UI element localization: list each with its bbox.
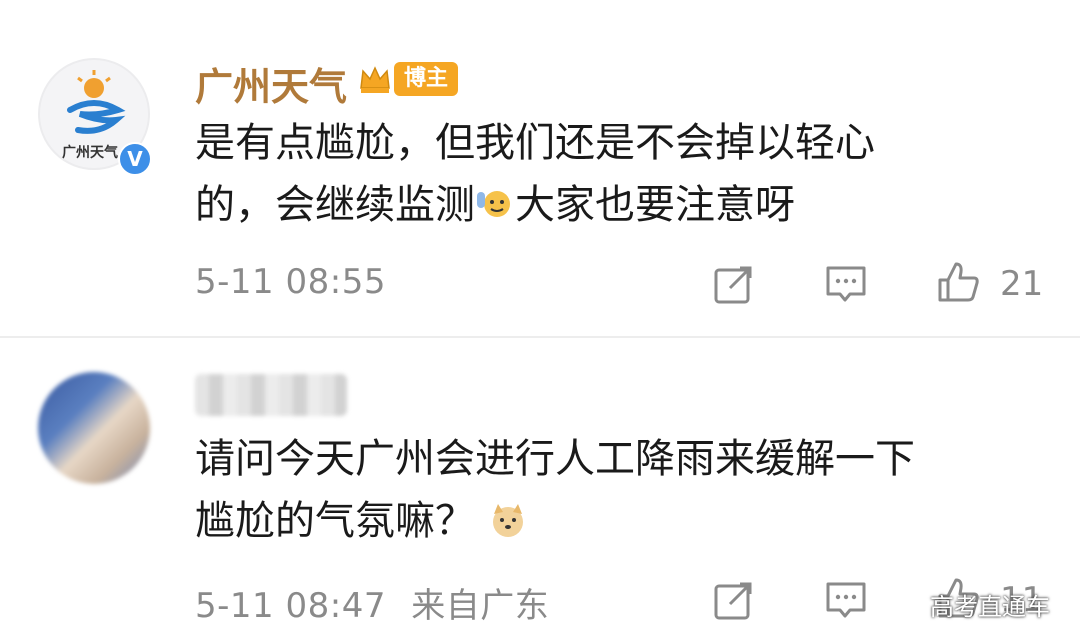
comment-text-part: 尴尬的气氛嘛？: [195, 498, 475, 544]
comment-text: 请问今天广州会进行人工降雨来缓解一下 尴尬的气氛嘛？: [195, 428, 1015, 552]
comment-meta: 5-11 08:47 来自广东: [195, 578, 549, 627]
comment-line-2: 尴尬的气氛嘛？: [195, 490, 1015, 552]
comment-item: 请问今天广州会进行人工降雨来缓解一下 尴尬的气氛嘛？ 5-11 08:47 来自…: [0, 0, 1080, 644]
username-blurred[interactable]: [195, 374, 347, 416]
avatar[interactable]: [38, 372, 150, 484]
comment-icon[interactable]: [824, 578, 868, 622]
share-icon[interactable]: [712, 578, 756, 622]
comment-timestamp: 5-11 08:47: [195, 586, 386, 626]
doge-emoji-icon: [492, 504, 523, 537]
comment-location: 来自广东: [411, 586, 550, 626]
watermark: 高考直通车: [930, 593, 1050, 621]
comment-line: 请问今天广州会进行人工降雨来缓解一下: [195, 436, 915, 482]
